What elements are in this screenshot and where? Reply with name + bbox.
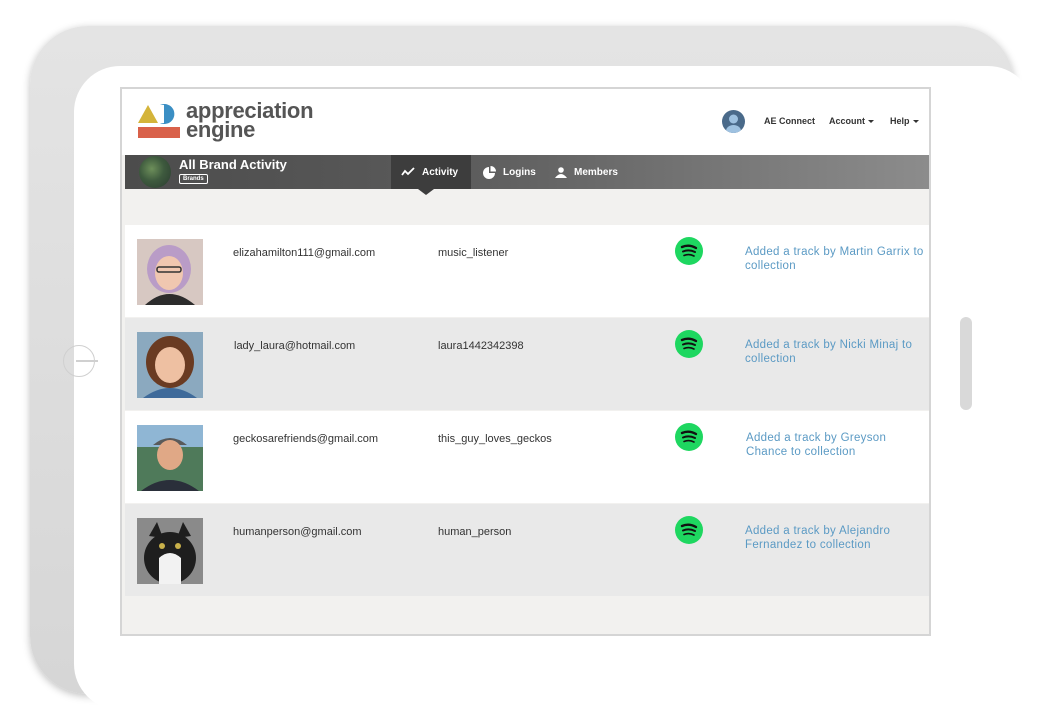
spotify-icon xyxy=(675,423,703,451)
account-menu-label: Account xyxy=(829,116,865,126)
globe-icon xyxy=(139,156,171,188)
member-username: this_guy_loves_geckos xyxy=(438,433,552,445)
activity-link[interactable]: Added a track by Greyson Chance to colle… xyxy=(746,431,926,459)
activity-link[interactable]: Added a track by Alejandro Fernandez to … xyxy=(745,524,925,552)
appreciation-engine-logo-icon xyxy=(138,104,180,138)
member-username: human_person xyxy=(438,526,512,538)
brand-nav-bar: All Brand Activity Brands Activity Login… xyxy=(125,155,929,189)
brand-badge: Brands xyxy=(179,174,208,184)
active-tab-pointer xyxy=(418,189,434,195)
activity-link[interactable]: Added a track by Martin Garrix to collec… xyxy=(745,245,925,273)
member-username: laura1442342398 xyxy=(438,340,524,352)
header: appreciation engine AE Connect Account H… xyxy=(122,89,929,155)
table-row[interactable]: geckosarefriends@gmail.com this_guy_love… xyxy=(125,411,929,503)
avatar xyxy=(137,518,203,584)
avatar xyxy=(137,332,203,398)
member-email: humanperson@gmail.com xyxy=(233,526,362,538)
member-email: geckosarefriends@gmail.com xyxy=(233,433,379,445)
person-icon xyxy=(555,166,567,178)
member-email: elizahamilton111@gmail.com xyxy=(233,247,376,259)
table-row[interactable]: lady_laura@hotmail.com laura1442342398 A… xyxy=(125,318,929,410)
account-menu[interactable]: Account xyxy=(829,116,874,126)
avatar xyxy=(137,425,203,491)
tab-logins[interactable]: Logins xyxy=(483,155,536,189)
user-avatar[interactable] xyxy=(722,110,745,133)
ae-connect-link[interactable]: AE Connect xyxy=(764,116,815,126)
tab-activity[interactable]: Activity xyxy=(391,155,471,189)
tablet-side-button xyxy=(960,317,972,410)
home-button-icon xyxy=(63,345,98,377)
tab-activity-label: Activity xyxy=(422,166,459,178)
member-email: lady_laura@hotmail.com xyxy=(234,340,356,352)
member-username: music_listener xyxy=(438,247,509,259)
screen: appreciation engine AE Connect Account H… xyxy=(120,87,931,636)
user-silhouette-icon xyxy=(726,114,741,133)
avatar xyxy=(137,239,203,305)
spotify-icon xyxy=(675,330,703,358)
tab-members-label: Members xyxy=(574,166,618,178)
chevron-down-icon xyxy=(868,120,874,124)
tab-logins-label: Logins xyxy=(503,166,536,178)
help-menu[interactable]: Help xyxy=(890,116,919,126)
activity-chart-icon xyxy=(401,167,415,177)
logo-wordmark: appreciation engine xyxy=(186,100,314,141)
table-row[interactable]: elizahamilton111@gmail.com music_listene… xyxy=(125,225,929,317)
tab-members[interactable]: Members xyxy=(555,155,618,189)
pie-chart-icon xyxy=(483,165,496,179)
activity-link[interactable]: Added a track by Nicki Minaj to collecti… xyxy=(745,338,925,366)
brand-title: All Brand Activity xyxy=(179,157,287,172)
spotify-icon xyxy=(675,516,703,544)
help-menu-label: Help xyxy=(890,116,910,126)
spotify-icon xyxy=(675,237,703,265)
table-row[interactable]: humanperson@gmail.com human_person Added… xyxy=(125,504,929,596)
chevron-down-icon xyxy=(912,120,919,124)
